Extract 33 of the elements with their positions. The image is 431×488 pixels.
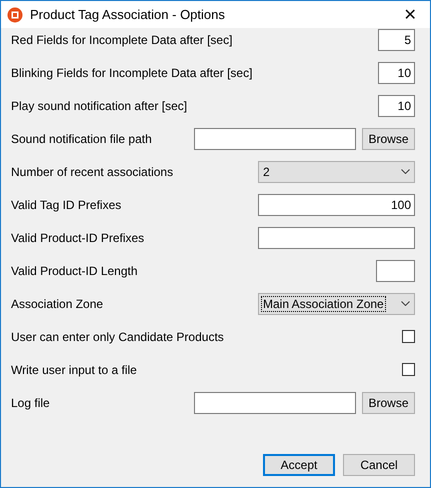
field-label: Valid Tag ID Prefixes [11, 198, 122, 212]
field-label: Sound notification file path [11, 132, 152, 146]
number-field[interactable]: 10 [378, 94, 415, 116]
app-icon [7, 6, 23, 22]
checkbox[interactable] [402, 330, 415, 343]
dropdown[interactable]: Main Association Zone [258, 292, 415, 314]
dropdown[interactable]: 2 [258, 160, 415, 182]
number-field[interactable]: 10 [378, 62, 415, 84]
field-label: Red Fields for Incomplete Data after [sec] [11, 32, 232, 46]
dialog-button[interactable]: Cancel [343, 454, 415, 476]
field-label: Write user input to a file [11, 362, 137, 376]
text-field[interactable] [258, 226, 415, 248]
browse-button[interactable]: Browse [362, 128, 415, 150]
path-field[interactable] [194, 128, 356, 150]
field-label: Play sound notification after [sec] [11, 98, 188, 112]
field-label: Log file [11, 396, 50, 410]
number-field[interactable]: 5 [378, 28, 415, 50]
close-button[interactable]: ✕ [396, 4, 424, 24]
text-field[interactable]: 100 [258, 194, 415, 216]
field-label: Association Zone [11, 296, 104, 310]
dialog-button[interactable]: Accept [263, 454, 335, 476]
chevron-down-icon [401, 169, 410, 174]
path-field[interactable] [194, 392, 356, 414]
window-title: Product Tag Association - Options [30, 7, 226, 22]
field-label: Valid Product-ID Length [11, 264, 138, 278]
text-field[interactable] [376, 260, 415, 282]
checkbox[interactable] [402, 363, 415, 376]
chevron-down-icon [401, 301, 410, 306]
field-label: Valid Product-ID Prefixes [11, 230, 144, 244]
browse-button[interactable]: Browse [362, 392, 415, 414]
field-label: Number of recent associations [11, 164, 174, 178]
field-label: User can enter only Candidate Products [11, 330, 224, 344]
field-label: Blinking Fields for Incomplete Data after [sec] [11, 66, 252, 80]
